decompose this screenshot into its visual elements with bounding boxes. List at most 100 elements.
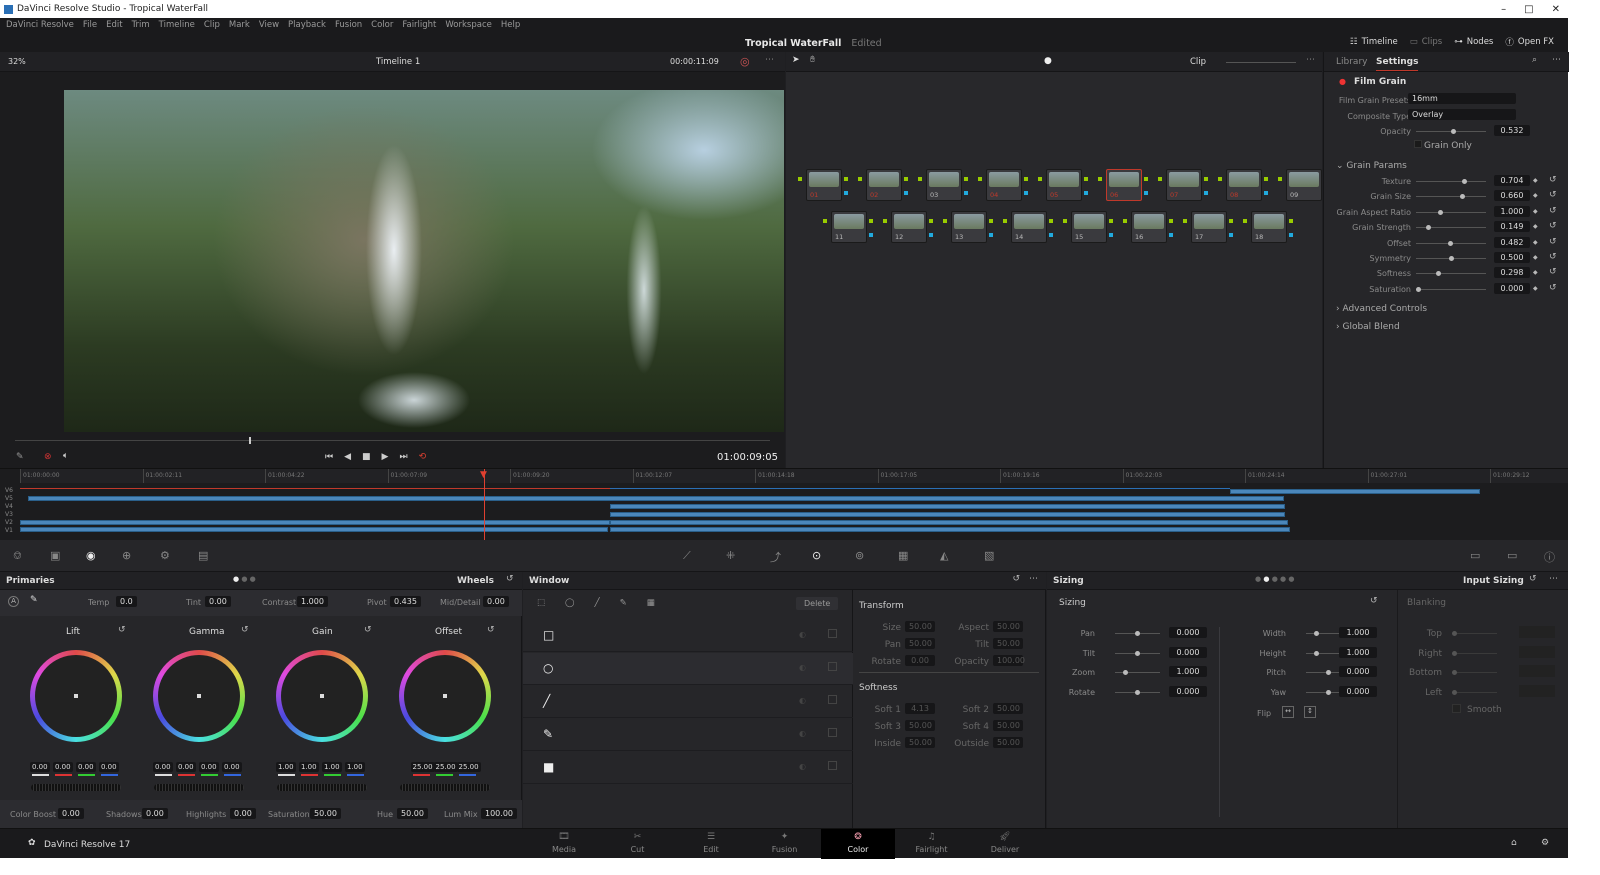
blanking-value[interactable] bbox=[1519, 645, 1555, 658]
page-tab-media[interactable]: 🎞︎ Media bbox=[527, 829, 601, 859]
menu-clip[interactable]: Clip bbox=[204, 20, 220, 30]
node-output-rgb[interactable] bbox=[1084, 177, 1088, 181]
circle-window-tool[interactable]: ◯ bbox=[565, 598, 575, 608]
node-14[interactable]: 14 bbox=[1011, 211, 1047, 243]
wheel-value[interactable]: 1.00 bbox=[276, 762, 296, 772]
sizing-rotate-value[interactable]: 0.000 bbox=[1169, 685, 1207, 697]
sizing-tilt-slider[interactable] bbox=[1115, 650, 1160, 656]
page-tab-fairlight[interactable]: ♫ Fairlight bbox=[895, 829, 969, 859]
node-output-rgb[interactable] bbox=[989, 219, 993, 223]
page-tab-deliver[interactable]: 🚀︎ Deliver bbox=[968, 829, 1042, 859]
scrubber-track[interactable] bbox=[15, 440, 770, 441]
node-12[interactable]: 12 bbox=[891, 211, 927, 243]
adjust-field[interactable]: 0.00 bbox=[230, 808, 256, 819]
node-output-rgb[interactable] bbox=[1024, 177, 1028, 181]
node-input-rgb[interactable] bbox=[918, 177, 922, 181]
delete-button[interactable]: Delete bbox=[796, 597, 839, 610]
window-param-value[interactable]: 50.00 bbox=[905, 638, 935, 649]
color-warper-icon[interactable]: ⁜ bbox=[726, 549, 735, 562]
auto-balance-button[interactable]: A bbox=[8, 596, 19, 607]
node-output-alpha[interactable] bbox=[929, 233, 933, 237]
adjust-field[interactable]: 0.00 bbox=[142, 808, 168, 819]
menu-view[interactable]: View bbox=[259, 20, 279, 30]
param-value[interactable]: 0.500 bbox=[1494, 252, 1530, 263]
playhead-marker-icon[interactable]: ▼ bbox=[480, 470, 487, 480]
sizing-width-value[interactable]: 1.000 bbox=[1339, 627, 1377, 638]
slider-knob[interactable] bbox=[1459, 194, 1465, 200]
sizing-height-value[interactable]: 1.000 bbox=[1339, 646, 1377, 658]
sizing-pan-slider[interactable] bbox=[1115, 631, 1160, 636]
enable-checkbox[interactable] bbox=[828, 695, 837, 704]
blanking-value[interactable] bbox=[1519, 684, 1555, 697]
slider-knob[interactable] bbox=[1314, 650, 1319, 656]
node-output-alpha[interactable] bbox=[989, 233, 993, 237]
node-input-rgb[interactable] bbox=[1123, 219, 1127, 223]
node-input-rgb[interactable] bbox=[1038, 177, 1042, 181]
node-editor[interactable]: ➤ ✋︎ ● Clip ⋯ 01020304050607080910111213… bbox=[786, 52, 1388, 468]
invert-icon[interactable]: ◐ bbox=[799, 630, 806, 639]
timeline-clip[interactable] bbox=[610, 527, 1290, 532]
curves-icon[interactable]: ⟋ bbox=[683, 549, 691, 563]
tab-library[interactable]: Library bbox=[1336, 57, 1367, 67]
key-icon[interactable]: ▧ bbox=[984, 549, 994, 562]
param-slider[interactable] bbox=[1416, 225, 1486, 231]
node-02[interactable]: 02 bbox=[866, 169, 902, 201]
presets-dropdown[interactable]: 16mm bbox=[1408, 93, 1516, 104]
menu-fairlight[interactable]: Fairlight bbox=[402, 20, 436, 30]
skip-end-icon[interactable]: ⏭︎ bbox=[399, 452, 407, 462]
more-options-icon[interactable]: ⋯ bbox=[765, 55, 774, 65]
menu-playback[interactable]: Playback bbox=[288, 20, 326, 30]
window-param-value[interactable]: 50.00 bbox=[993, 621, 1023, 632]
keyframe-icon[interactable]: ◆ bbox=[1533, 223, 1538, 230]
reset-icon[interactable]: ↺ bbox=[241, 625, 249, 635]
node-input-rgb[interactable] bbox=[883, 219, 887, 223]
rect-window-tool[interactable]: ⬚ bbox=[537, 598, 545, 608]
global-blend-section[interactable]: › Global Blend bbox=[1336, 322, 1400, 332]
node-output-alpha[interactable] bbox=[1049, 233, 1053, 237]
wheel-value[interactable]: 0.00 bbox=[176, 762, 196, 772]
temp-field[interactable]: 0.0 bbox=[116, 596, 137, 607]
node-mode-select[interactable]: Clip bbox=[1190, 57, 1206, 67]
play-icon[interactable]: ▶ bbox=[382, 452, 389, 462]
flip-vertical-button[interactable]: ↕ bbox=[1304, 706, 1316, 718]
page-tab-color[interactable]: ❂ Color bbox=[821, 829, 895, 859]
home-icon[interactable]: ⌂ bbox=[1511, 838, 1517, 848]
page-tab-edit[interactable]: ☰ Edit bbox=[674, 829, 748, 859]
linear-window-tool[interactable]: ╱ bbox=[595, 598, 600, 608]
node-output-rgb[interactable] bbox=[1204, 177, 1208, 181]
maximize-button[interactable]: □ bbox=[1524, 4, 1533, 15]
param-slider[interactable] bbox=[1416, 209, 1486, 215]
wheel-center-handle[interactable] bbox=[443, 694, 447, 698]
node-output-alpha[interactable] bbox=[869, 233, 873, 237]
node-output-alpha[interactable] bbox=[1084, 191, 1088, 195]
reset-icon[interactable]: ↺ bbox=[1549, 283, 1557, 293]
param-slider[interactable] bbox=[1416, 240, 1486, 246]
reset-icon[interactable]: ↺ bbox=[487, 625, 495, 635]
menu-edit[interactable]: Edit bbox=[106, 20, 122, 30]
wheel-value[interactable]: 0.00 bbox=[222, 762, 242, 772]
blanking-slider[interactable] bbox=[1452, 689, 1497, 695]
reset-icon[interactable]: ↺ bbox=[1549, 221, 1557, 231]
loop-icon[interactable]: ⟲ bbox=[419, 452, 427, 462]
reset-icon[interactable]: ↺ bbox=[1012, 574, 1020, 584]
adjust-field[interactable]: 0.00 bbox=[58, 808, 84, 819]
reset-icon[interactable]: ↺ bbox=[118, 625, 126, 635]
menu-workspace[interactable]: Workspace bbox=[445, 20, 491, 30]
node-input-rgb[interactable] bbox=[823, 219, 827, 223]
slider-knob[interactable] bbox=[1452, 670, 1457, 676]
close-button[interactable]: ✕ bbox=[1552, 4, 1560, 15]
hdr-icon[interactable]: ⊕ bbox=[122, 549, 131, 562]
slider-knob[interactable] bbox=[1435, 271, 1441, 277]
node-16[interactable]: 16 bbox=[1131, 211, 1167, 243]
window-icon[interactable]: ⊙ bbox=[812, 549, 821, 562]
menu-mark[interactable]: Mark bbox=[229, 20, 250, 30]
more-options-icon[interactable]: ⋯ bbox=[1306, 55, 1315, 65]
node-input-rgb[interactable] bbox=[858, 177, 862, 181]
timeline-clip[interactable] bbox=[610, 520, 1288, 525]
slider-knob[interactable] bbox=[1425, 225, 1431, 231]
page-tab-fusion[interactable]: ✦ Fusion bbox=[748, 829, 822, 859]
reset-icon[interactable]: ↺ bbox=[1370, 596, 1378, 606]
color-wheel-gain[interactable] bbox=[276, 650, 368, 742]
reset-icon[interactable]: ↺ bbox=[1549, 206, 1557, 216]
sizing-mode-dropdown[interactable]: Input Sizing bbox=[1463, 576, 1524, 586]
